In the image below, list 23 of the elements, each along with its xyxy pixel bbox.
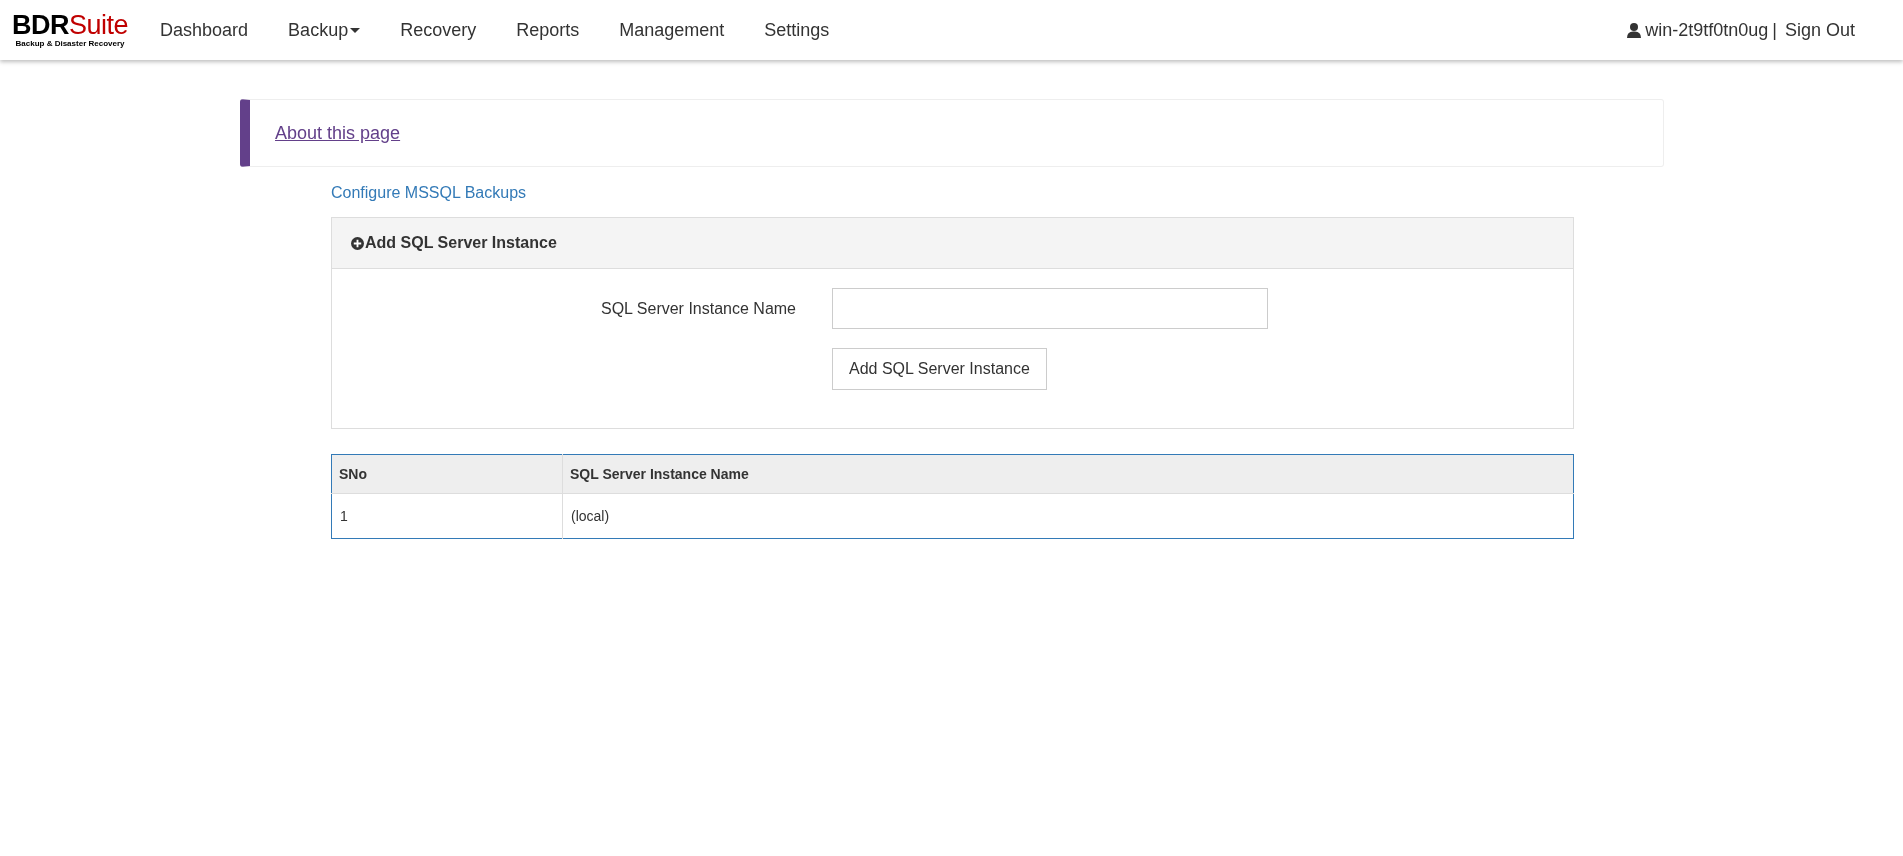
logo-wordmark: BDRSuite: [12, 12, 129, 39]
nav-link[interactable]: Dashboard: [140, 19, 269, 41]
nav-link[interactable]: Settings: [744, 19, 850, 41]
logo-tagline: Backup & Disaster Recovery: [15, 39, 125, 48]
nav-link[interactable]: Reports: [496, 19, 600, 41]
nav-link[interactable]: Recovery: [380, 19, 497, 41]
column-header: SNo: [331, 454, 563, 494]
sign-out-link[interactable]: Sign Out: [1784, 19, 1855, 41]
instance-name-input[interactable]: [832, 288, 1268, 329]
separator: |: [1772, 19, 1777, 41]
column-header: SQL Server Instance Name: [562, 454, 1574, 494]
field-label: SQL Server Instance Name: [599, 299, 797, 318]
user-icon: [1627, 22, 1642, 38]
username: win-2t9tf0tn0ug: [1645, 19, 1769, 41]
add-instance-button[interactable]: Add SQL Server Instance: [832, 348, 1047, 390]
nav-link[interactable]: Management: [599, 19, 745, 41]
table-cell: (local): [562, 493, 1574, 539]
breadcrumb-link[interactable]: Configure MSSQL Backups: [331, 184, 527, 202]
panel-title: Add SQL Server Instance: [365, 234, 557, 252]
about-page-link[interactable]: About this page: [275, 122, 401, 144]
plus-circle-icon: [351, 236, 364, 250]
nav-dropdown[interactable]: Backup: [268, 19, 381, 41]
table-cell: 1: [331, 493, 563, 539]
